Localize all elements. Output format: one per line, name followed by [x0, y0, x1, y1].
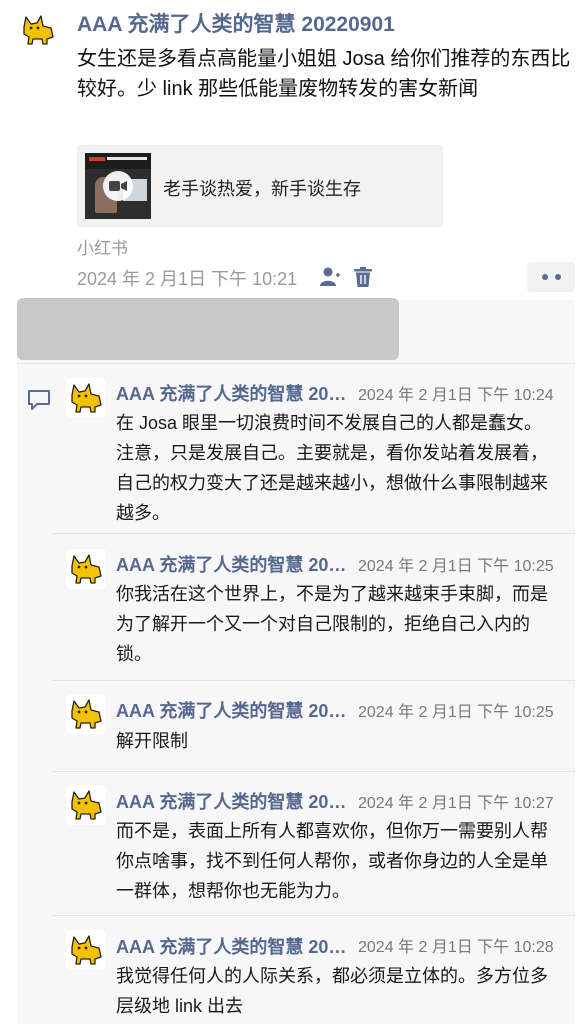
comment-time: 2024 年 2 月1日 下午 10:25: [358, 558, 554, 575]
trash-icon[interactable]: [352, 266, 374, 288]
post-author-avatar[interactable]: [18, 10, 58, 50]
comment-avatar[interactable]: [66, 785, 106, 825]
likes-divider: [17, 363, 575, 364]
comment-divider: [53, 533, 575, 534]
cat-avatar-icon: [71, 935, 102, 965]
comment-time: 2024 年 2 月1日 下午 10:25: [358, 704, 554, 721]
cat-avatar-icon: [23, 15, 54, 45]
link-card-title: 老手谈热爱，新手谈生存: [163, 179, 361, 199]
video-thumbnail: [85, 153, 151, 219]
cat-avatar-icon: [71, 699, 102, 729]
cat-avatar-icon: [71, 790, 102, 820]
more-options-button[interactable]: [527, 262, 575, 292]
comment-time: 2024 年 2 月1日 下午 10:28: [358, 939, 554, 956]
comment-text[interactable]: 在 Josa 眼里一切浪费时间不发展自己的人都是蠢女。注意，只是发展自己。主要就…: [116, 408, 558, 528]
comment-avatar[interactable]: [66, 378, 106, 418]
comment-author[interactable]: AAA 充满了人类的智慧 20220901: [116, 788, 352, 814]
comment-divider: [53, 915, 575, 916]
shared-link-card[interactable]: 老手谈热爱，新手谈生存: [77, 145, 443, 227]
video-camera-icon: [103, 171, 133, 201]
comment-author[interactable]: AAA 充满了人类的智慧 20220901: [116, 551, 352, 577]
person-icon[interactable]: [319, 266, 341, 288]
comment-avatar[interactable]: [66, 930, 106, 970]
comment-avatar[interactable]: [66, 694, 106, 734]
comment-author[interactable]: AAA 充满了人类的智慧 20220901: [116, 380, 352, 406]
comment-avatar[interactable]: [66, 549, 106, 589]
comment-divider: [53, 680, 575, 681]
comment-time: 2024 年 2 月1日 下午 10:24: [358, 387, 554, 404]
comment-text[interactable]: 而不是，表面上所有人都喜欢你，但你万一需要别人帮你点啥事，找不到任何人帮你，或者…: [116, 816, 558, 906]
comment-divider: [53, 771, 575, 772]
comment-author[interactable]: AAA 充满了人类的智慧 20220901: [116, 697, 352, 723]
post-source-label[interactable]: 小红书: [77, 234, 128, 259]
comment-text[interactable]: 我觉得任何人的人际关系，都必须是立体的。多方位多层级地 link 出去: [116, 961, 558, 1021]
comment-text[interactable]: 你我活在这个世界上，不是为了越来越束手束脚，而是为了解开一个又一个对自己限制的，…: [116, 579, 558, 669]
post-text: 女生还是多看点高能量小姐姐 Josa 给你们推荐的东西比较好。少 link 那些…: [77, 48, 571, 100]
post-author-name[interactable]: AAA 充满了人类的智慧 20220901: [77, 8, 395, 38]
likes-redacted: [17, 298, 399, 360]
cat-avatar-icon: [71, 554, 102, 584]
comment-time: 2024 年 2 月1日 下午 10:27: [358, 795, 554, 812]
comment-icon: [28, 390, 50, 410]
comment-author[interactable]: AAA 充满了人类的智慧 20220901: [116, 933, 352, 959]
comment-text[interactable]: 解开限制: [116, 726, 558, 756]
post-timestamp: 2024 年 2 月1日 下午 10:21: [77, 269, 298, 289]
cat-avatar-icon: [71, 383, 102, 413]
ellipsis-icon: [541, 274, 548, 280]
